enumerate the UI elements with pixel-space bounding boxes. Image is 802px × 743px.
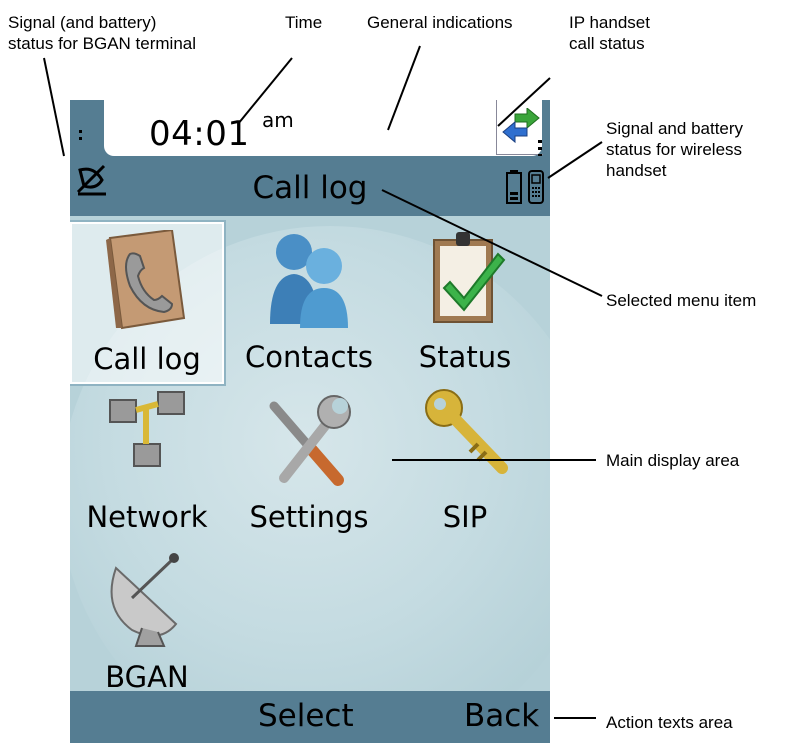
menu-item-label: BGAN: [105, 660, 189, 694]
back-softkey[interactable]: Back: [464, 698, 539, 734]
annotation-time: Time: [285, 13, 323, 32]
call-transfer-arrows-icon: [502, 108, 540, 144]
annotation-signal-wireless: Signal and battery status for wireless h…: [606, 119, 744, 180]
annotation-signal-bgan: Signal (and battery) status for BGAN ter…: [8, 13, 197, 53]
menu-item-label: Settings: [249, 500, 369, 534]
menu-item-label: Status: [418, 340, 512, 374]
status-bar: 04:01 am: [70, 100, 550, 157]
callout-line-signal-wireless: [547, 141, 603, 179]
key-icon: [425, 389, 508, 474]
menu-item-contacts[interactable]: Contacts: [234, 222, 384, 380]
menu-item-label: Network: [86, 500, 208, 534]
time-box: 04:01 am: [104, 100, 543, 156]
menu-item-call-log[interactable]: Call log: [70, 220, 226, 386]
title-bar: Call log: [70, 156, 550, 216]
action-texts-bar: Select Back: [70, 691, 550, 743]
menu-item-sip[interactable]: SIP: [390, 382, 540, 540]
clipboard-check-icon: [433, 232, 506, 323]
phone-book-icon: [106, 230, 186, 330]
page-title: Call log: [252, 170, 368, 206]
menu-item-label: SIP: [442, 500, 488, 534]
network-icon: [109, 391, 185, 467]
menu-item-settings[interactable]: Settings: [234, 382, 384, 540]
annotation-ip-handset: IP handset call status: [569, 13, 650, 53]
annotation-main-display: Main display area: [606, 451, 740, 470]
clock-time: 04:01: [149, 114, 250, 154]
main-display-area: Call log Contacts Status Network Setting…: [70, 216, 550, 743]
signal-bars-icon: [79, 130, 82, 140]
annotation-action-texts: Action texts area: [606, 713, 733, 732]
menu-item-bgan[interactable]: BGAN: [72, 542, 222, 700]
wrench-screwdriver-icon: [269, 395, 351, 486]
battery-icon: [506, 170, 522, 204]
menu-item-network[interactable]: Network: [72, 382, 222, 540]
select-softkey[interactable]: Select: [258, 698, 354, 734]
annotation-selected-menu-item: Selected menu item: [606, 291, 757, 310]
callout-line-signal-bgan: [43, 57, 65, 157]
people-icon: [270, 234, 348, 328]
satellite-dish-icon: [110, 553, 179, 647]
wireless-handset-icon: [528, 170, 544, 204]
menu-item-status[interactable]: Status: [390, 222, 540, 380]
annotation-general-indications: General indications: [367, 13, 513, 32]
menu-item-label: Call log: [93, 342, 201, 376]
clock-am: am: [262, 108, 294, 132]
menu-item-label: Contacts: [245, 340, 373, 374]
handset-screen: 04:01 am Call log Call log Contacts Stat…: [70, 100, 550, 743]
